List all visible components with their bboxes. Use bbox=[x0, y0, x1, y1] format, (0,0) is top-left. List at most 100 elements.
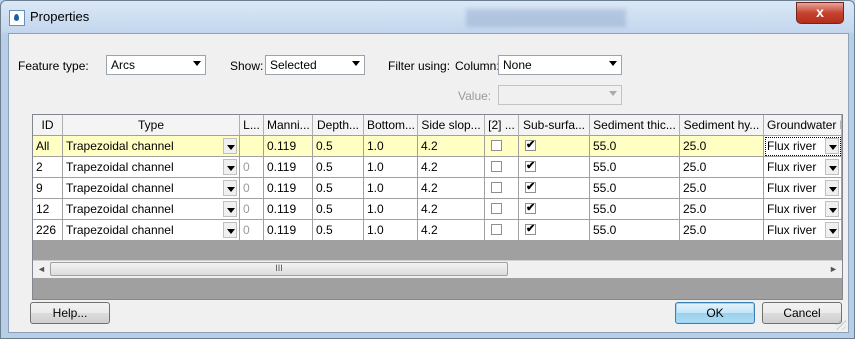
horizontal-scrollbar[interactable]: ◄ III ► bbox=[33, 260, 842, 278]
cell-type[interactable]: Trapezoidal channel bbox=[63, 157, 240, 178]
column-header-sediment-thickness[interactable]: Sediment thic... bbox=[590, 115, 680, 136]
cell-type[interactable]: Trapezoidal channel bbox=[63, 220, 240, 241]
column-header-depth[interactable]: Depth... bbox=[313, 115, 364, 136]
column-header-bottom[interactable]: Bottom... bbox=[364, 115, 418, 136]
show-select[interactable]: Selected bbox=[265, 55, 365, 75]
cancel-button[interactable]: Cancel bbox=[762, 302, 842, 324]
cell-l[interactable]: 0 bbox=[240, 220, 264, 241]
cell-depth[interactable]: 0.5 bbox=[313, 199, 364, 220]
scroll-thumb[interactable]: III bbox=[50, 262, 508, 276]
cell-sed-hy[interactable]: 25.0 bbox=[680, 136, 764, 157]
cell-c2[interactable] bbox=[485, 178, 519, 199]
cell-side[interactable]: 4.2 bbox=[418, 136, 485, 157]
cell-sed-thic[interactable]: 55.0 bbox=[590, 157, 680, 178]
checkbox-unchecked-icon[interactable] bbox=[491, 203, 502, 214]
cell-side[interactable]: 4.2 bbox=[418, 157, 485, 178]
help-button[interactable]: Help... bbox=[30, 302, 110, 324]
cell-sed-thic[interactable]: 55.0 bbox=[590, 220, 680, 241]
checkbox-checked-icon[interactable]: ✔ bbox=[525, 140, 536, 151]
cell-sed-thic[interactable]: 55.0 bbox=[590, 178, 680, 199]
column-header-type[interactable]: Type bbox=[63, 115, 240, 136]
cell-l[interactable] bbox=[240, 136, 264, 157]
cell-l[interactable]: 0 bbox=[240, 178, 264, 199]
cell-depth[interactable]: 0.5 bbox=[313, 178, 364, 199]
chevron-down-icon[interactable] bbox=[223, 222, 237, 238]
column-header-side-slope[interactable]: Side slop... bbox=[418, 115, 485, 136]
column-header-sub-surface[interactable]: Sub-surfa... bbox=[519, 115, 590, 136]
chevron-down-icon[interactable] bbox=[825, 180, 839, 196]
cell-gw[interactable]: Flux river bbox=[764, 157, 842, 178]
checkbox-checked-icon[interactable]: ✔ bbox=[525, 161, 536, 172]
cell-c2[interactable] bbox=[485, 157, 519, 178]
cell-sed-hy[interactable]: 25.0 bbox=[680, 157, 764, 178]
cell-sub[interactable]: ✔ bbox=[519, 220, 590, 241]
chevron-down-icon[interactable] bbox=[825, 159, 839, 175]
chevron-down-icon[interactable] bbox=[825, 201, 839, 217]
cell-depth[interactable]: 0.5 bbox=[313, 136, 364, 157]
cell-gw[interactable]: Flux river bbox=[764, 178, 842, 199]
column-header-id[interactable]: ID bbox=[33, 115, 63, 136]
cell-type[interactable]: Trapezoidal channel bbox=[63, 178, 240, 199]
cell-gw[interactable]: Flux river bbox=[764, 136, 842, 157]
cell-side[interactable]: 4.2 bbox=[418, 178, 485, 199]
cell-c2[interactable] bbox=[485, 199, 519, 220]
chevron-down-icon[interactable] bbox=[223, 138, 237, 154]
checkbox-checked-icon[interactable]: ✔ bbox=[525, 224, 536, 235]
cell-manning[interactable]: 0.119 bbox=[264, 157, 313, 178]
column-header-sediment-hydraulic[interactable]: Sediment hy... bbox=[680, 115, 764, 136]
resize-grip-icon[interactable] bbox=[836, 320, 846, 330]
cell-c2[interactable] bbox=[485, 220, 519, 241]
cell-id[interactable]: 12 bbox=[33, 199, 63, 220]
cell-side[interactable]: 4.2 bbox=[418, 199, 485, 220]
column-header-l[interactable]: L... bbox=[240, 115, 264, 136]
cell-sed-hy[interactable]: 25.0 bbox=[680, 199, 764, 220]
chevron-down-icon[interactable] bbox=[825, 138, 839, 154]
cell-sed-thic[interactable]: 55.0 bbox=[590, 199, 680, 220]
value-select[interactable] bbox=[498, 85, 622, 105]
checkbox-unchecked-icon[interactable] bbox=[491, 224, 502, 235]
cell-sub[interactable]: ✔ bbox=[519, 178, 590, 199]
cell-sed-hy[interactable]: 25.0 bbox=[680, 220, 764, 241]
checkbox-checked-icon[interactable]: ✔ bbox=[525, 203, 536, 214]
cell-l[interactable]: 0 bbox=[240, 157, 264, 178]
cell-gw[interactable]: Flux river bbox=[764, 199, 842, 220]
chevron-down-icon[interactable] bbox=[223, 201, 237, 217]
cell-id[interactable]: 226 bbox=[33, 220, 63, 241]
column-header-manning[interactable]: Manni... bbox=[264, 115, 313, 136]
cell-sub[interactable]: ✔ bbox=[519, 136, 590, 157]
feature-type-select[interactable]: Arcs bbox=[106, 55, 206, 75]
checkbox-unchecked-icon[interactable] bbox=[491, 161, 502, 172]
close-button[interactable]: x bbox=[796, 2, 844, 24]
chevron-down-icon[interactable] bbox=[223, 159, 237, 175]
cell-sub[interactable]: ✔ bbox=[519, 199, 590, 220]
cell-id[interactable]: 9 bbox=[33, 178, 63, 199]
column-header-2[interactable]: [2] ... bbox=[485, 115, 519, 136]
cell-side[interactable]: 4.2 bbox=[418, 220, 485, 241]
cell-depth[interactable]: 0.5 bbox=[313, 157, 364, 178]
cell-bottom[interactable]: 1.0 bbox=[364, 178, 418, 199]
chevron-down-icon[interactable] bbox=[825, 222, 839, 238]
cell-c2[interactable] bbox=[485, 136, 519, 157]
cell-depth[interactable]: 0.5 bbox=[313, 220, 364, 241]
cell-gw[interactable]: Flux river bbox=[764, 220, 842, 241]
cell-id[interactable]: 2 bbox=[33, 157, 63, 178]
checkbox-unchecked-icon[interactable] bbox=[491, 140, 502, 151]
column-header-groundwater-bc[interactable]: Groundwater BC bbox=[764, 115, 842, 136]
cell-manning[interactable]: 0.119 bbox=[264, 199, 313, 220]
cell-type[interactable]: Trapezoidal channel bbox=[63, 136, 240, 157]
cell-manning[interactable]: 0.119 bbox=[264, 220, 313, 241]
cell-bottom[interactable]: 1.0 bbox=[364, 199, 418, 220]
cell-sub[interactable]: ✔ bbox=[519, 157, 590, 178]
cell-sed-thic[interactable]: 55.0 bbox=[590, 136, 680, 157]
cell-manning[interactable]: 0.119 bbox=[264, 136, 313, 157]
column-select[interactable]: None bbox=[498, 55, 622, 75]
checkbox-unchecked-icon[interactable] bbox=[491, 182, 502, 193]
scroll-right-icon[interactable]: ► bbox=[825, 261, 842, 278]
title-bar[interactable]: Properties x bbox=[1, 1, 854, 33]
scroll-left-icon[interactable]: ◄ bbox=[33, 261, 50, 278]
cell-bottom[interactable]: 1.0 bbox=[364, 136, 418, 157]
cell-id[interactable]: All bbox=[33, 136, 63, 157]
cell-manning[interactable]: 0.119 bbox=[264, 178, 313, 199]
cell-bottom[interactable]: 1.0 bbox=[364, 220, 418, 241]
cell-type[interactable]: Trapezoidal channel bbox=[63, 199, 240, 220]
